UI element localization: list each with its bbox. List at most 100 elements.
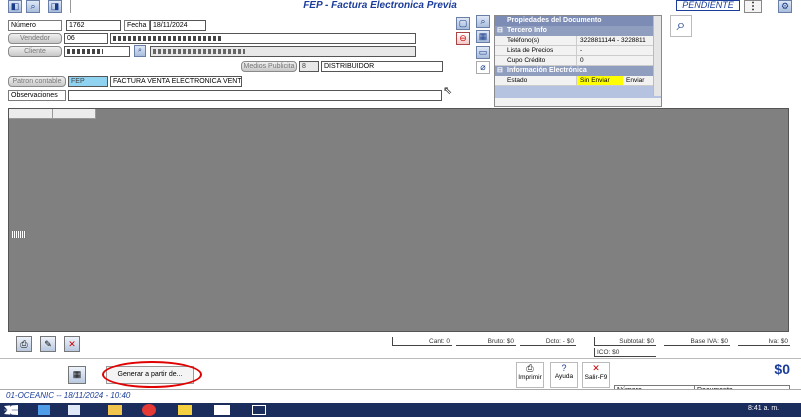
first-record-button[interactable]: ◧	[8, 0, 22, 13]
cliente-lookup-button[interactable]: ⌕	[134, 45, 146, 57]
ico-total: ICO: $0	[594, 348, 656, 357]
prop-key: Teléfono(s)	[495, 36, 577, 45]
vendedor-code-field[interactable]: 06	[64, 33, 108, 44]
zoom-button[interactable]: ⌕	[670, 15, 692, 37]
remove-row-button[interactable]: ✕	[64, 336, 80, 352]
delete-icon: ⊖	[459, 33, 467, 43]
new-document-button[interactable]: ▢	[456, 17, 470, 30]
calculator-icon: ▦	[478, 31, 488, 41]
paperclip-icon: ⌀	[480, 62, 486, 72]
start-icon[interactable]	[4, 405, 18, 415]
numero-field[interactable]: 1762	[66, 20, 121, 31]
config-icon: ⚙	[780, 1, 790, 11]
numero-label: Número	[8, 20, 62, 31]
toolbar-divider	[70, 0, 71, 13]
edit-button[interactable]: ✎	[40, 336, 56, 352]
medios-value-field: DISTRIBUIDOR	[321, 61, 443, 72]
patron-value-field: FACTURA VENTA ELECTRONICA VENTA	[110, 76, 242, 87]
dcto-total: Dcto: - $0	[520, 337, 576, 346]
taskbar-folder-icon[interactable]	[108, 405, 122, 415]
calculator-action-button[interactable]: ▦	[68, 366, 86, 384]
properties-title: Propiedades del Documento	[495, 16, 661, 26]
prop-value: 0	[580, 57, 584, 64]
imprimir-button[interactable]: ⎙ Imprimir	[516, 362, 544, 388]
last-record-button[interactable]: ◨	[48, 0, 62, 13]
taskbar: 8:41 a. m.	[0, 403, 801, 417]
binoculars-icon: ⌕	[138, 47, 142, 54]
menu-button[interactable]: ⋮	[744, 0, 762, 13]
cliente-code-field[interactable]	[64, 46, 130, 57]
action-divider	[0, 358, 801, 359]
medios-button[interactable]: Medios Publicita	[241, 61, 297, 72]
cliente-name-redacted	[153, 48, 245, 54]
prop-row-estado: Estado Sin Enviar Enviar	[495, 76, 661, 86]
binoculars-icon-2: ⌕	[480, 16, 486, 26]
new-document-icon: ▢	[458, 18, 468, 28]
mouse-cursor-icon: ⇖	[443, 85, 453, 97]
status-text: 01-OCEANIC -- 18/11/2024 - 10:40	[6, 391, 131, 400]
attach-button[interactable]: ⌀	[476, 61, 490, 74]
search-button[interactable]: ⌕	[26, 0, 40, 13]
ayuda-button[interactable]: ? Ayuda	[550, 362, 578, 388]
copy-button[interactable]: ▭	[476, 46, 490, 59]
binoculars-button[interactable]: ⌕	[476, 15, 490, 28]
taskbar-app-icon[interactable]	[68, 405, 80, 415]
bruto-total: Bruto: $0	[456, 337, 516, 346]
grid-row-indicator-icon	[12, 231, 26, 238]
config-button[interactable]: ⚙	[778, 0, 792, 13]
help-icon: ?	[561, 363, 567, 373]
prop-key: Lista de Precios	[495, 46, 577, 55]
properties-scrollbar[interactable]	[653, 16, 661, 96]
prop-key: Estado	[495, 76, 577, 85]
exit-icon: ✕	[592, 363, 600, 373]
taskbar-clock: 8:41 a. m.	[748, 405, 780, 412]
taskbar-app-icon[interactable]	[178, 405, 192, 415]
vendedor-button[interactable]: Vendedor	[8, 33, 62, 44]
grid-header-col[interactable]	[9, 109, 53, 119]
delete-button[interactable]: ⊖	[456, 32, 470, 45]
patron-code-field[interactable]: FEP	[68, 76, 108, 87]
search-icon: ⌕	[30, 1, 36, 11]
taskbar-browser-icon[interactable]	[142, 404, 156, 416]
remove-icon: ✕	[68, 339, 76, 349]
vendedor-name-field	[110, 33, 416, 44]
ayuda-label: Ayuda	[554, 373, 574, 380]
first-icon: ◧	[10, 1, 20, 11]
prop-row-telefono: Teléfono(s) 3228811144 - 3228811	[495, 36, 661, 46]
properties-panel: Propiedades del Documento ⊟ Tercero Info…	[494, 15, 662, 107]
edit-icon: ✎	[44, 339, 52, 349]
taskbar-app-icon[interactable]	[252, 405, 266, 415]
calculator-icon-2: ▦	[72, 369, 82, 379]
prop-key: Cupo Crédito	[495, 56, 577, 65]
section-tercero[interactable]: ⊟ Tercero Info	[495, 26, 661, 36]
status-bar: 01-OCEANIC -- 18/11/2024 - 10:40	[0, 389, 801, 403]
prop-row-cupo: Cupo Crédito 0	[495, 56, 661, 66]
grid-header-col[interactable]	[53, 109, 96, 119]
annotation-circle	[102, 361, 202, 388]
cliente-code-redacted	[67, 48, 103, 54]
fecha-field[interactable]: 18/11/2024	[150, 20, 206, 31]
taskbar-app-icon[interactable]	[38, 405, 50, 415]
observaciones-label: Observaciones	[8, 90, 66, 101]
imprimir-label: Imprimir	[518, 374, 542, 381]
patron-button[interactable]: Patron contable	[8, 76, 66, 87]
observaciones-field[interactable]	[68, 90, 442, 101]
salir-button[interactable]: ✕ Salir-F9	[582, 362, 610, 388]
cliente-button[interactable]: Cliente	[8, 46, 62, 57]
print-grid-button[interactable]: ⎙	[16, 336, 32, 352]
printer-icon-2: ⎙	[526, 363, 534, 373]
properties-footer	[495, 86, 661, 98]
medios-code-field: 8	[299, 61, 319, 72]
iva-total: Iva: $0	[738, 337, 790, 346]
prop-value: -	[580, 47, 583, 54]
items-grid[interactable]	[8, 108, 789, 332]
collapse-icon: ⊟	[497, 27, 503, 34]
taskbar-app-icon[interactable]	[214, 405, 230, 415]
cant-total: Cant: 0	[392, 337, 452, 346]
section-fe[interactable]: ⊟ Información Electrónica	[495, 66, 661, 76]
prop-row-lista: Lista de Precios -	[495, 46, 661, 56]
subtotal-total: Subtotal: $0	[594, 337, 656, 346]
vendedor-name-redacted	[113, 35, 223, 41]
calculator-button[interactable]: ▦	[476, 30, 490, 43]
base-iva-total: Base IVA: $0	[664, 337, 730, 346]
